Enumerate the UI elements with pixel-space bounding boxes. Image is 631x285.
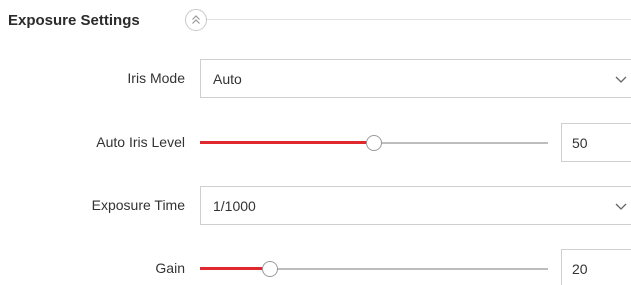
gain-input[interactable] [561, 249, 631, 285]
exposure-time-value: 1/1000 [213, 198, 256, 214]
exposure-time-select[interactable]: 1/1000 [200, 186, 631, 225]
exposure-time-label: Exposure Time [91, 197, 185, 213]
iris-mode-row: Iris Mode Auto [0, 59, 631, 99]
iris-mode-label: Iris Mode [127, 70, 185, 86]
iris-mode-select[interactable]: Auto [200, 59, 631, 98]
chevron-down-icon [615, 203, 627, 210]
slider-fill [200, 141, 374, 144]
auto-iris-level-row: Auto Iris Level [0, 123, 631, 163]
slider-handle[interactable] [261, 261, 278, 277]
section-title: Exposure Settings [8, 12, 140, 29]
collapse-section-button[interactable] [185, 9, 207, 31]
exposure-time-row: Exposure Time 1/1000 [0, 186, 631, 226]
double-chevron-up-icon [192, 15, 200, 24]
slider-handle[interactable] [366, 135, 382, 151]
auto-iris-level-input[interactable] [561, 123, 631, 162]
iris-mode-value: Auto [213, 71, 242, 87]
gain-slider[interactable] [200, 261, 548, 277]
auto-iris-level-slider[interactable] [200, 135, 548, 151]
exposure-settings-panel: Exposure Settings Iris Mode Auto Auto Ir… [0, 0, 631, 285]
gain-row: Gain [0, 249, 631, 285]
auto-iris-level-label: Auto Iris Level [96, 134, 185, 150]
chevron-down-icon [615, 76, 627, 83]
section-divider [207, 19, 631, 20]
section-header: Exposure Settings [0, 0, 631, 44]
gain-label: Gain [155, 260, 185, 276]
slider-fill [200, 267, 270, 270]
